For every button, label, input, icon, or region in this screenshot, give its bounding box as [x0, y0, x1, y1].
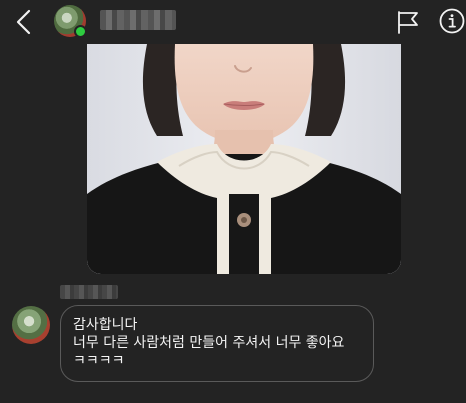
shared-photo[interactable] — [87, 44, 401, 274]
online-status-dot — [74, 25, 87, 38]
message-bubble[interactable]: 감사합니다 너무 다른 사람처럼 만들어 주셔서 너무 좋아요 ㅋㅋㅋㅋ — [60, 305, 374, 382]
flag-icon — [398, 11, 418, 34]
sender-avatar[interactable] — [12, 306, 50, 344]
contact-name-redacted[interactable] — [100, 10, 176, 30]
message-line-1: 감사합니다 — [73, 317, 138, 333]
report-flag-button[interactable] — [396, 10, 420, 34]
sender-name-redacted — [60, 285, 118, 299]
message-line-2: 너무 다른 사람처럼 만들어 주셔서 너무 좋아요 — [73, 335, 345, 351]
portrait-photo-image — [87, 44, 401, 274]
chevron-left-icon — [16, 9, 31, 35]
chat-header — [0, 0, 466, 44]
contact-avatar[interactable] — [54, 5, 87, 38]
info-icon — [439, 8, 465, 34]
back-button[interactable] — [12, 8, 36, 36]
info-button[interactable] — [439, 8, 465, 34]
message-line-3: ㅋㅋㅋㅋ — [73, 353, 125, 369]
